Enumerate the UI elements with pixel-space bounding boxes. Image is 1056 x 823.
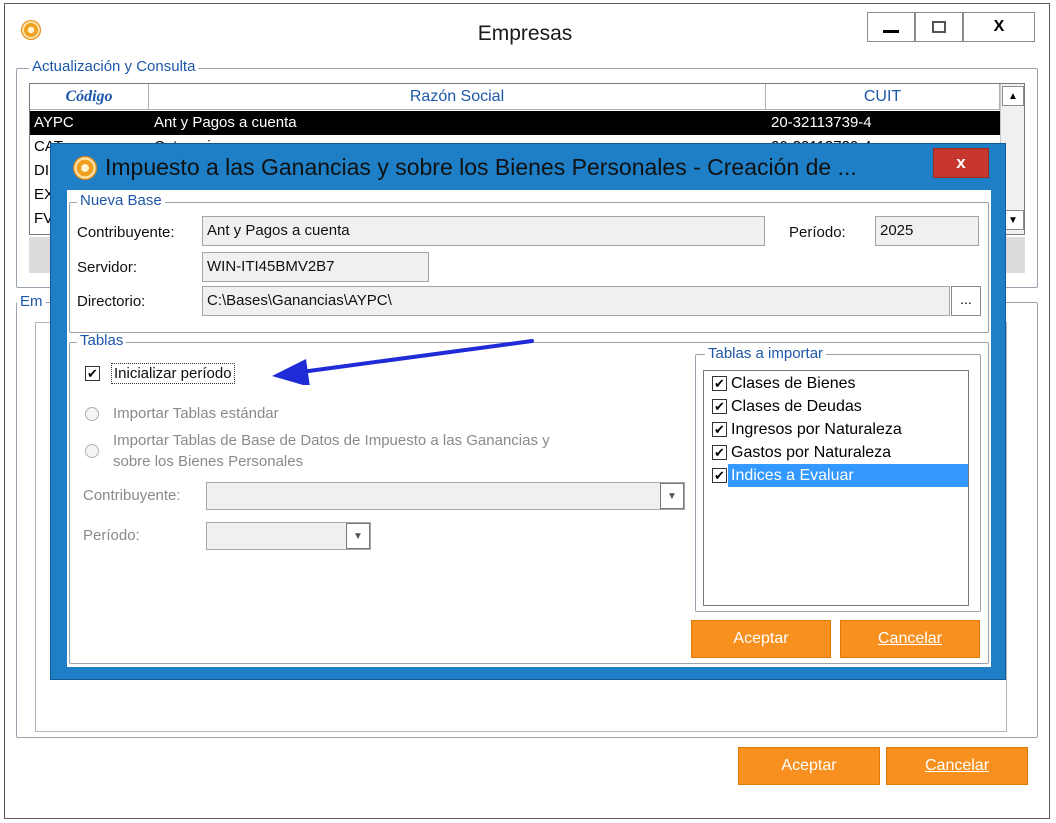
radio-icon[interactable] [85, 444, 99, 458]
tablas-importar-group-label: Tablas a importar [705, 346, 827, 362]
directorio-label: Directorio: [77, 293, 146, 310]
tablas-importar-list[interactable]: ✔ Clases de Bienes ✔ Clases de Deudas ✔ … [703, 370, 969, 606]
importar-estandar-label: Importar Tablas estándar [113, 405, 279, 422]
creacion-base-dialog: Impuesto a las Ganancias y sobre los Bie… [50, 143, 1006, 680]
outer-title-bar: Empresas X [5, 4, 1049, 60]
modal-content: Nueva Base Contribuyente: Ant y Pagos a … [67, 190, 991, 667]
modal-title-bar: Impuesto a las Ganancias y sobre los Bie… [51, 144, 1005, 190]
empresa-detail-group-label: Em [17, 294, 46, 310]
checkbox-icon[interactable]: ✔ [712, 376, 727, 391]
modal-accept-label: Aceptar [733, 630, 789, 647]
row-name: Ant y Pagos a cuenta [154, 114, 297, 131]
item-label: Clases de Bienes [731, 374, 856, 392]
list-item-selected[interactable]: ✔ Indices a Evaluar [712, 464, 854, 487]
outer-window-title: Empresas [477, 22, 573, 45]
list-item[interactable]: ✔ Clases de Deudas [712, 395, 862, 418]
list-row-selected[interactable]: AYPC Ant y Pagos a cuenta 20-32113739-4 [30, 111, 1000, 135]
outer-cancel-label: Cancelar [924, 757, 990, 774]
checkbox-icon[interactable]: ✔ [712, 422, 727, 437]
minimize-icon [883, 29, 899, 33]
tablas-periodo-label: Período: [83, 527, 140, 544]
list-item[interactable]: ✔ Gastos por Naturaleza [712, 441, 891, 464]
row-code: DI [34, 162, 49, 179]
minimize-button[interactable] [867, 12, 915, 42]
directorio-field[interactable]: C:\Bases\Ganancias\AYPC\ [202, 286, 950, 316]
importar-bd-label-line2: sobre los Bienes Personales [113, 453, 304, 470]
maximize-button[interactable] [915, 12, 963, 42]
servidor-field[interactable]: WIN-ITI45BMV2B7 [202, 252, 429, 282]
modal-accept-button[interactable]: Aceptar [691, 620, 831, 658]
servidor-label: Servidor: [77, 259, 138, 276]
app-logo-icon [21, 20, 41, 40]
outer-accept-button[interactable]: Aceptar [738, 747, 880, 785]
contribuyente-combo[interactable]: ▼ [206, 482, 685, 510]
list-item[interactable]: ✔ Clases de Bienes [712, 372, 856, 395]
modal-title: Impuesto a las Ganancias y sobre los Bie… [105, 154, 857, 180]
row-code: AYPC [34, 114, 74, 131]
dropdown-arrow-icon[interactable]: ▼ [660, 483, 684, 509]
periodo-field[interactable]: 2025 [875, 216, 979, 246]
inicializar-periodo-label[interactable]: Inicializar período [111, 363, 235, 384]
radio-icon[interactable] [85, 407, 99, 421]
modal-close-button[interactable]: x [933, 148, 989, 178]
dropdown-arrow-icon[interactable]: ▼ [346, 523, 370, 549]
checkbox-icon[interactable]: ✔ [712, 468, 727, 483]
periodo-label: Período: [789, 224, 846, 241]
outer-cancel-button[interactable]: Cancelar [886, 747, 1028, 785]
outer-accept-label: Aceptar [781, 757, 837, 774]
contribuyente-field[interactable]: Ant y Pagos a cuenta [202, 216, 765, 246]
outer-close-button[interactable]: X [963, 12, 1035, 42]
annotation-arrow-icon [272, 339, 534, 385]
tablas-contribuyente-label: Contribuyente: [83, 487, 181, 504]
list-item[interactable]: ✔ Ingresos por Naturaleza [712, 418, 902, 441]
scroll-up-icon[interactable]: ▲ [1002, 86, 1024, 106]
column-header-cuit[interactable]: CUIT [766, 84, 1000, 110]
periodo-combo[interactable]: ▼ [206, 522, 371, 550]
item-label: Indices a Evaluar [731, 466, 854, 484]
importar-bd-label-line1: Importar Tablas de Base de Datos de Impu… [113, 432, 550, 449]
row-cuit: 20-32113739-4 [771, 114, 872, 131]
item-label: Gastos por Naturaleza [731, 443, 892, 461]
contribuyente-label: Contribuyente: [77, 224, 175, 241]
actualizacion-group-label: Actualización y Consulta [29, 59, 199, 75]
item-label: Ingresos por Naturaleza [731, 420, 902, 438]
modal-cancel-button[interactable]: Cancelar [840, 620, 980, 658]
nueva-base-group-label: Nueva Base [77, 193, 165, 209]
app-logo-icon [73, 156, 97, 180]
item-label: Clases de Deudas [731, 397, 862, 415]
inicializar-checkbox-icon[interactable]: ✔ [85, 366, 100, 381]
maximize-icon [932, 21, 946, 33]
modal-cancel-label: Cancelar [877, 630, 943, 647]
checkbox-icon[interactable]: ✔ [712, 445, 727, 460]
browse-directory-button[interactable]: ... [951, 286, 981, 316]
checkbox-icon[interactable]: ✔ [712, 399, 727, 414]
column-header-razon-social[interactable]: Razón Social [149, 84, 766, 110]
tablas-group-label: Tablas [77, 333, 127, 349]
column-header-codigo[interactable]: Código [30, 84, 149, 110]
